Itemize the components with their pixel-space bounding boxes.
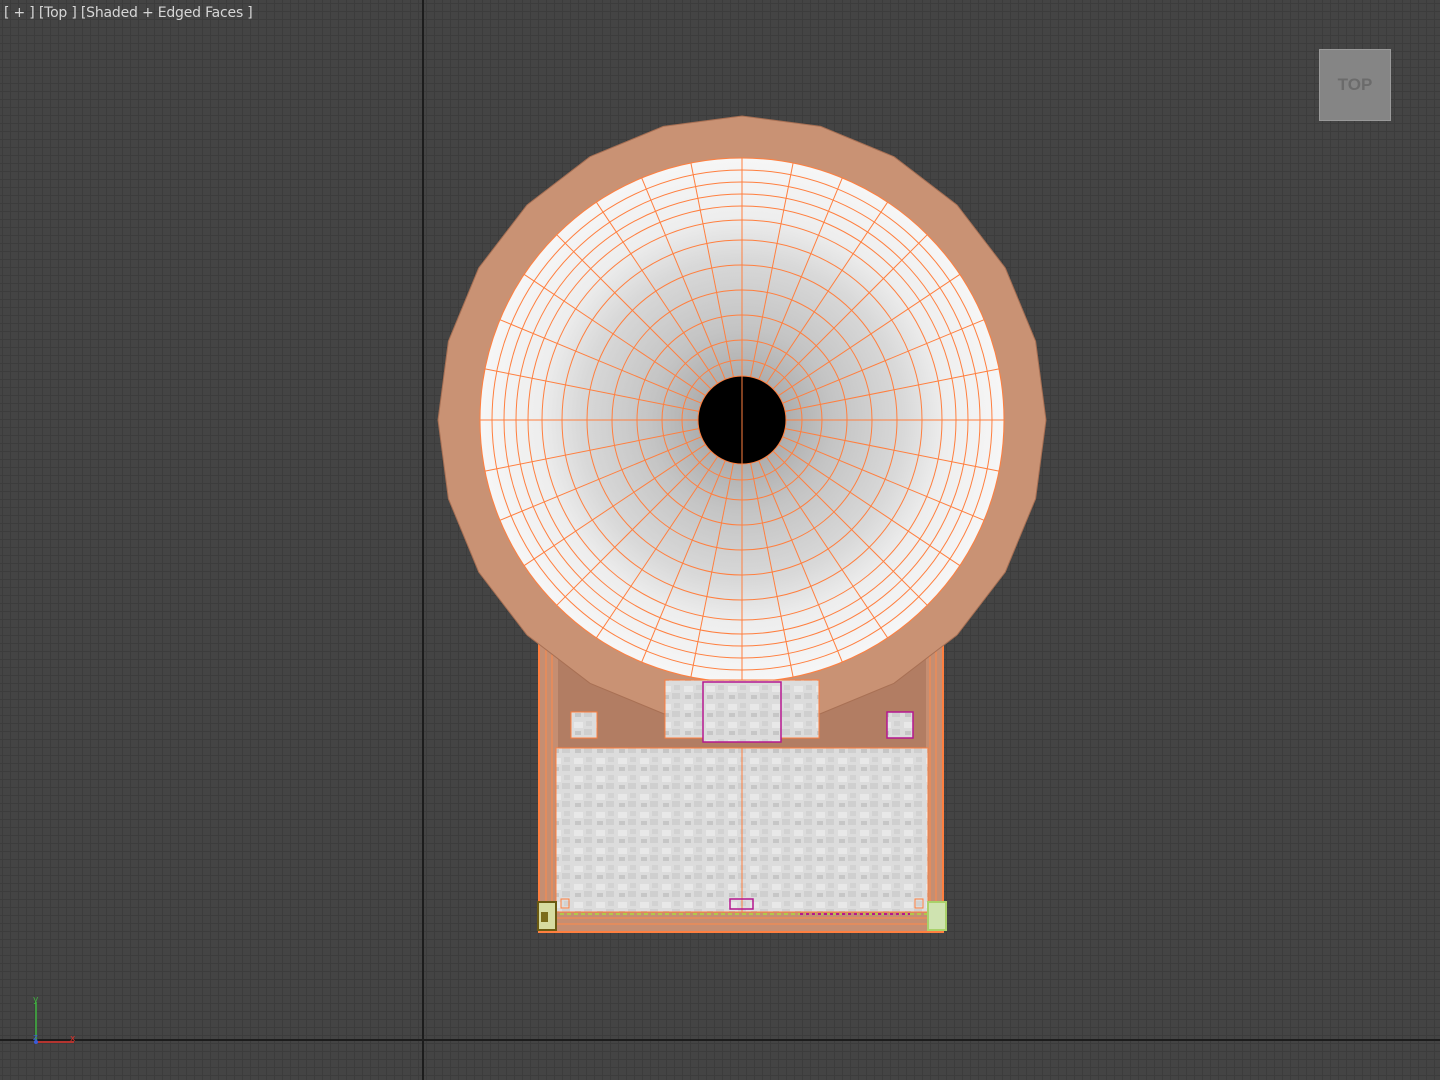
model-mesh[interactable] — [0, 0, 1440, 1080]
axis-y-label: y — [33, 995, 39, 1005]
axis-tripod: y x z — [33, 995, 76, 1044]
axis-z-label: z — [33, 1033, 38, 1043]
axis-x-label: x — [70, 1034, 76, 1044]
front-block[interactable] — [664, 679, 820, 743]
right-pad[interactable] — [886, 711, 914, 739]
left-pad[interactable] — [570, 711, 598, 739]
base-floor[interactable] — [555, 747, 929, 913]
